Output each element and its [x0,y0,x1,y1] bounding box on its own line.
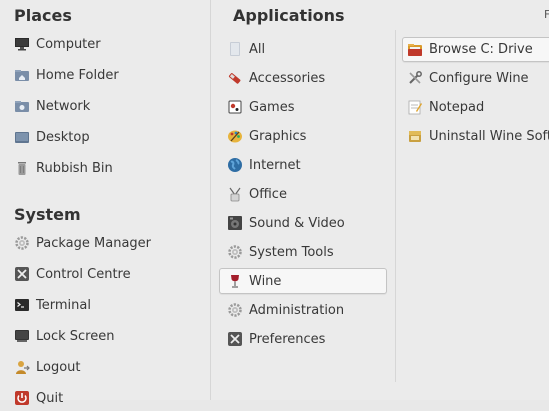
category-system-tools[interactable]: System Tools [227,239,334,265]
category-administration[interactable]: Administration [227,297,344,323]
system-tools-icon [227,244,243,260]
system-heading: System [14,205,81,224]
category-label: All [249,41,266,57]
preferences-icon [227,331,243,347]
app-label: Uninstall Wine Software [429,128,549,144]
system-package-manager[interactable]: Package Manager [14,230,151,256]
gear-icon [14,235,30,251]
wine-apps-column: Browse C: Drive Configure Wine Notepad U… [396,0,549,400]
system-label: Logout [36,359,81,375]
app-label: Notepad [429,99,485,115]
computer-icon [14,36,30,52]
lock-screen-icon [14,328,30,344]
place-label: Rubbish Bin [36,160,113,176]
category-label: Internet [249,157,301,173]
app-uninstall-wine-software[interactable]: Uninstall Wine Software [407,123,549,149]
place-desktop[interactable]: Desktop [14,124,90,150]
category-label: Preferences [249,331,326,347]
system-label: Quit [36,390,64,406]
place-label: Home Folder [36,67,119,83]
desktop-icon [14,129,30,145]
system-logout[interactable]: Logout [14,354,81,380]
app-browse-c-drive[interactable]: Browse C: Drive [402,37,549,62]
configure-tools-icon [407,70,423,86]
application-menu: Places Computer Home Folder Network Desk… [0,0,549,406]
applications-column: Applications All Accessories Games Graph… [211,0,396,400]
category-graphics[interactable]: Graphics [227,123,306,149]
category-accessories[interactable]: Accessories [227,65,325,91]
system-quit[interactable]: Quit [14,385,63,411]
category-label: Wine [249,273,282,289]
notepad-icon [407,99,423,115]
app-notepad[interactable]: Notepad [407,94,484,120]
category-sound-video[interactable]: Sound & Video [227,210,345,236]
category-games[interactable]: Games [227,94,294,120]
category-wine[interactable]: Wine [219,268,387,294]
system-terminal[interactable]: Terminal [14,292,91,318]
logout-icon [14,359,30,375]
system-lock-screen[interactable]: Lock Screen [14,323,114,349]
category-label: Graphics [249,128,307,144]
app-configure-wine[interactable]: Configure Wine [407,65,529,91]
category-all[interactable]: All [227,36,265,62]
sound-video-icon [227,215,243,231]
place-rubbish-bin[interactable]: Rubbish Bin [14,155,113,181]
system-label: Terminal [36,297,91,313]
accessories-icon [227,70,243,86]
system-control-centre[interactable]: Control Centre [14,261,131,287]
network-icon [14,98,30,114]
wine-glass-icon [227,273,243,289]
place-network[interactable]: Network [14,93,90,119]
control-centre-icon [14,266,30,282]
category-internet[interactable]: Internet [227,152,301,178]
trash-icon [14,160,30,176]
category-label: Accessories [249,70,326,86]
applications-heading: Applications [233,6,345,25]
place-label: Desktop [36,129,90,145]
games-icon [227,99,243,115]
places-system-column: Places Computer Home Folder Network Desk… [0,0,210,406]
corner-label: F [544,8,549,21]
system-label: Lock Screen [36,328,115,344]
system-label: Package Manager [36,235,152,251]
graphics-icon [227,128,243,144]
app-label: Browse C: Drive [429,42,533,57]
office-icon [227,186,243,202]
category-label: Sound & Video [249,215,345,231]
terminal-icon [14,297,30,313]
category-label: System Tools [249,244,334,260]
category-label: Office [249,186,287,202]
all-icon [227,41,243,57]
internet-globe-icon [227,157,243,173]
place-computer[interactable]: Computer [14,31,101,57]
place-label: Network [36,98,91,114]
home-folder-icon [14,67,30,83]
system-label: Control Centre [36,266,131,282]
app-label: Configure Wine [429,70,529,86]
place-label: Computer [36,36,101,52]
category-label: Administration [249,302,345,318]
folder-icon [407,42,423,58]
administration-icon [227,302,243,318]
quit-icon [14,390,30,406]
uninstall-icon [407,128,423,144]
category-office[interactable]: Office [227,181,287,207]
category-preferences[interactable]: Preferences [227,326,325,352]
place-home-folder[interactable]: Home Folder [14,62,119,88]
category-label: Games [249,99,295,115]
places-heading: Places [14,6,72,25]
